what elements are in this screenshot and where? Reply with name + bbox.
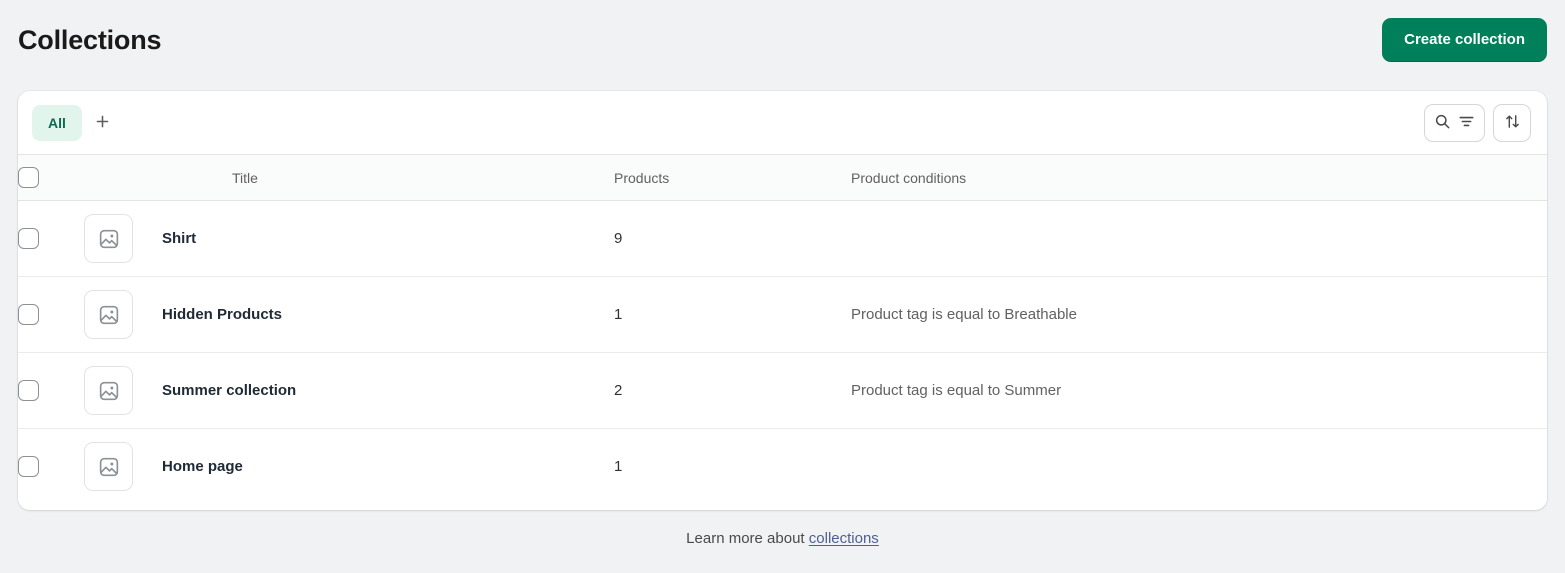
products-header: Products	[614, 155, 851, 201]
sort-arrows-icon	[1504, 113, 1521, 133]
row-conditions-cell	[851, 201, 1547, 277]
row-thumbnail-cell	[84, 201, 162, 277]
row-select-cell	[18, 277, 84, 353]
select-all-checkbox[interactable]	[18, 167, 39, 188]
collections-help-link[interactable]: collections	[809, 530, 879, 547]
table-row[interactable]: Summer collection 2 Product tag is equal…	[18, 352, 1547, 429]
image-placeholder-icon	[84, 442, 133, 492]
table-row[interactable]: Shirt 9	[18, 200, 1547, 277]
table-row[interactable]: Hidden Products 1 Product tag is equal t…	[18, 276, 1547, 353]
row-title-cell: Hidden Products	[162, 277, 614, 353]
row-thumbnail-cell	[84, 277, 162, 353]
table-body: Shirt 9 Hidden Products 1 Product tag is…	[18, 200, 1547, 505]
view-tabs: All	[32, 104, 120, 141]
row-select-cell	[18, 201, 84, 277]
page-header: Collections Create collection	[0, 0, 1565, 80]
row-products-cell: 1	[614, 429, 851, 505]
select-all-header	[18, 155, 84, 201]
search-and-filter-button[interactable]	[1424, 103, 1485, 142]
create-collection-button[interactable]: Create collection	[1382, 18, 1547, 62]
card-toolbar: All	[18, 91, 1547, 155]
product-conditions: Product tag is equal to Summer	[851, 381, 1062, 399]
conditions-header-label: Product conditions	[851, 169, 967, 186]
row-products-cell: 2	[614, 353, 851, 429]
title-header-label: Title	[232, 169, 258, 186]
row-thumbnail-cell	[84, 353, 162, 429]
row-checkbox[interactable]	[18, 380, 39, 401]
collection-title[interactable]: Hidden Products	[162, 306, 282, 323]
filter-icon	[1458, 113, 1475, 133]
collection-title[interactable]: Summer collection	[162, 382, 296, 399]
row-conditions-cell: Product tag is equal to Breathable	[851, 277, 1547, 353]
footer-text: Learn more about	[686, 530, 805, 547]
collections-table: Title Products Product conditions Shirt …	[18, 155, 1547, 505]
row-conditions-cell	[851, 429, 1547, 505]
collection-title[interactable]: Shirt	[162, 230, 196, 247]
footer-text-wrapper: Learn more about collections	[686, 528, 879, 550]
row-title-cell: Home page	[162, 429, 614, 505]
collection-title[interactable]: Home page	[162, 458, 243, 475]
conditions-header: Product conditions	[851, 155, 1547, 201]
products-count: 2	[614, 381, 623, 399]
products-header-label: Products	[614, 169, 670, 186]
collections-page: Collections Create collection All Title …	[0, 0, 1565, 573]
row-checkbox[interactable]	[18, 456, 39, 478]
table-row[interactable]: Home page 1	[18, 428, 1547, 505]
row-select-cell	[18, 353, 84, 429]
products-count: 1	[614, 305, 623, 323]
sort-button[interactable]	[1493, 103, 1531, 142]
row-products-cell: 1	[614, 277, 851, 353]
row-checkbox[interactable]	[18, 228, 39, 249]
tab-all[interactable]: All	[32, 104, 82, 141]
row-select-cell	[18, 429, 84, 505]
search-icon	[1434, 113, 1451, 133]
row-checkbox[interactable]	[18, 304, 39, 325]
page-title: Collections	[18, 25, 162, 55]
footer-help: Learn more about collections	[0, 528, 1565, 550]
row-products-cell: 9	[614, 201, 851, 277]
image-placeholder-icon	[84, 290, 133, 339]
plus-icon	[95, 114, 110, 132]
product-conditions: Product tag is equal to Breathable	[851, 305, 1077, 323]
row-title-cell: Shirt	[162, 201, 614, 277]
products-count: 9	[614, 229, 623, 247]
row-conditions-cell: Product tag is equal to Summer	[851, 353, 1547, 429]
table-header-row: Title Products Product conditions	[18, 155, 1547, 201]
title-header: Title	[84, 155, 614, 201]
toolbar-actions	[1424, 103, 1533, 142]
collections-card: All Title Products Product conditions Sh…	[18, 91, 1547, 510]
add-view-button[interactable]	[86, 106, 120, 140]
row-title-cell: Summer collection	[162, 353, 614, 429]
products-count: 1	[614, 457, 623, 475]
table-head: Title Products Product conditions	[18, 155, 1547, 201]
row-thumbnail-cell	[84, 429, 162, 505]
image-placeholder-icon	[84, 366, 133, 415]
image-placeholder-icon	[84, 214, 133, 263]
